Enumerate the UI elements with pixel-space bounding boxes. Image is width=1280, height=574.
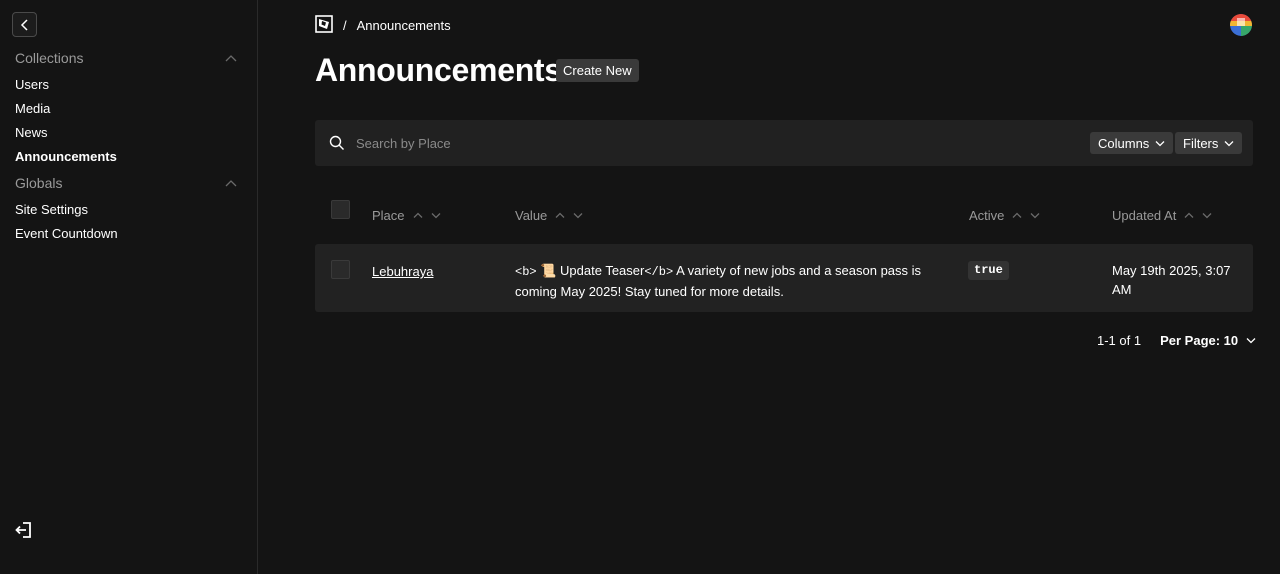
value-open-tag: <b> (515, 265, 537, 279)
scroll-emoji-icon: 📜 (540, 263, 557, 278)
search-bar: Columns Filters (315, 120, 1253, 166)
sidebar-item-users[interactable]: Users (15, 77, 49, 92)
sidebar-item-event-countdown[interactable]: Event Countdown (15, 226, 118, 241)
page-title: Announcements (315, 52, 562, 88)
sort-asc-icon[interactable] (1184, 212, 1194, 219)
sort-desc-icon[interactable] (431, 212, 441, 219)
main-content: / Announcements Announcements Create New… (258, 0, 1280, 574)
chevron-down-icon (1224, 140, 1234, 146)
column-header-label: Updated At (1112, 208, 1177, 223)
per-page-label: Per Page: 10 (1160, 333, 1239, 348)
home-logo[interactable] (315, 14, 333, 36)
search-input[interactable] (356, 132, 956, 154)
sidebar-item-site-settings[interactable]: Site Settings (15, 202, 88, 217)
create-new-button[interactable]: Create New (556, 59, 639, 82)
avatar-icon (1230, 14, 1252, 36)
pagination-range: 1-1 of 1 (1097, 333, 1142, 348)
column-header-place: Place (372, 208, 441, 223)
breadcrumb-current: Announcements (356, 17, 451, 33)
sort-desc-icon[interactable] (1030, 212, 1040, 219)
sort-desc-icon[interactable] (573, 212, 583, 219)
column-header-label: Active (969, 208, 1005, 223)
column-header-updated-at: Updated At (1112, 208, 1212, 223)
value-close-tag: </b> (644, 265, 674, 279)
nav-group-collections[interactable]: Collections (15, 50, 237, 66)
sidebar: Collections Users Media News Announcemen… (0, 0, 258, 574)
select-all-checkbox[interactable] (331, 200, 350, 219)
columns-button[interactable]: Columns (1090, 132, 1174, 154)
chevron-up-icon (225, 180, 237, 187)
nav-group-globals[interactable]: Globals (15, 175, 237, 191)
chevron-left-icon (20, 18, 28, 31)
column-header-active: Active (969, 208, 1040, 223)
filters-label: Filters (1183, 135, 1219, 151)
breadcrumb-separator: / (343, 17, 347, 33)
row-value: <b> 📜 Update Teaser</b> A variety of new… (515, 261, 955, 301)
breadcrumb: / Announcements (315, 14, 451, 36)
logout-button[interactable] (15, 521, 35, 541)
nav-group-label: Collections (15, 50, 84, 66)
back-button[interactable] (12, 12, 37, 37)
sort-desc-icon[interactable] (1202, 212, 1212, 219)
row-place-link[interactable]: Lebuhraya (372, 262, 433, 281)
column-header-value: Value (515, 208, 583, 223)
sidebar-item-media[interactable]: Media (15, 101, 50, 116)
sort-asc-icon[interactable] (413, 212, 423, 219)
columns-label: Columns (1098, 135, 1150, 151)
value-heading: Update Teaser (556, 263, 645, 278)
table-row: Lebuhraya <b> 📜 Update Teaser</b> A vari… (315, 244, 1253, 312)
chevron-down-icon (1246, 338, 1256, 344)
column-header-label: Place (372, 208, 405, 223)
app: Collections Users Media News Announcemen… (0, 0, 1280, 574)
sidebar-item-news[interactable]: News (15, 125, 48, 140)
chevron-up-icon (225, 55, 237, 62)
sort-asc-icon[interactable] (1012, 212, 1022, 219)
logout-icon (15, 522, 31, 538)
column-header-label: Value (515, 208, 548, 223)
filters-button[interactable]: Filters (1175, 132, 1243, 154)
search-icon (329, 135, 344, 150)
nav-group-label: Globals (15, 175, 63, 191)
row-updated-at: May 19th 2025, 3:07 AM (1112, 263, 1231, 297)
sort-asc-icon[interactable] (555, 212, 565, 219)
sidebar-item-announcements[interactable]: Announcements (15, 149, 117, 164)
avatar[interactable] (1230, 14, 1252, 36)
row-active-badge: true (968, 261, 1009, 280)
chevron-down-icon (1155, 140, 1165, 146)
per-page-select[interactable]: Per Page: 10 (1160, 333, 1256, 348)
payload-logo-icon (315, 14, 333, 33)
row-checkbox[interactable] (331, 260, 350, 279)
pagination: 1-1 of 1 Per Page: 10 (1097, 333, 1256, 348)
